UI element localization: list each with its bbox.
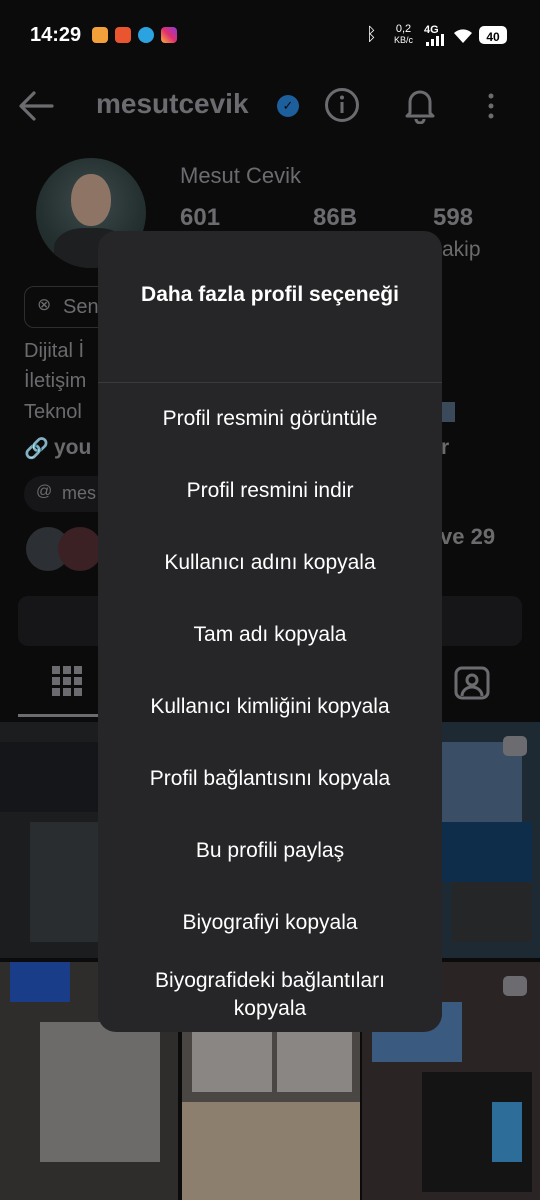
- back-arrow-icon[interactable]: [18, 90, 54, 122]
- option-view-profile-picture[interactable]: Profil resmini görüntüle: [98, 405, 442, 433]
- app-notification-icon: [92, 27, 108, 43]
- followers-count[interactable]: 86B: [313, 204, 357, 232]
- option-copy-bio[interactable]: Biyografiyi kopyala: [98, 909, 442, 937]
- following-label: akip: [442, 238, 481, 261]
- wifi-icon: [454, 29, 472, 43]
- mutual-followers-text: ve 29: [440, 524, 496, 549]
- following-count[interactable]: 598: [433, 204, 473, 232]
- option-copy-user-id[interactable]: Kullanıcı kimliğini kopyala: [98, 693, 442, 721]
- option-download-profile-picture[interactable]: Profil resmini indir: [98, 477, 442, 505]
- network-speed: 0,2 KB/с: [394, 24, 413, 46]
- threads-icon: @: [36, 483, 53, 500]
- video-icon: [503, 736, 527, 756]
- person-x-icon: ⊗: [37, 295, 52, 314]
- dialog-title: Daha fazla profil seçeneği: [141, 283, 399, 306]
- profile-username: mesutcevik: [96, 88, 249, 119]
- posts-count: 601: [180, 204, 221, 231]
- link-icon: 🔗: [24, 438, 49, 460]
- option-copy-full-name[interactable]: Tam adı kopyala: [98, 621, 442, 649]
- grid-icon[interactable]: [52, 666, 82, 696]
- bio-line-2: İletişim: [24, 370, 87, 392]
- tagged-icon[interactable]: [454, 666, 490, 700]
- video-icon: [503, 976, 527, 996]
- profile-full-name: Mesut Cevik: [180, 163, 302, 188]
- bio-link[interactable]: you: [54, 436, 91, 460]
- option-copy-username[interactable]: Kullanıcı adını kopyala: [98, 549, 442, 577]
- speed-unit: KB/с: [394, 35, 414, 45]
- status-time: 14:29: [30, 24, 82, 46]
- dialog-divider: [98, 382, 442, 383]
- option-copy-profile-link[interactable]: Profil bağlantısını kopyala: [98, 765, 442, 793]
- follower-avatar: [58, 527, 102, 571]
- more-options-dialog: Daha fazla profil seçeneği Profil resmin…: [98, 231, 442, 1032]
- subscribe-button-label: Sen: [63, 296, 99, 318]
- battery-icon: 40: [479, 26, 507, 44]
- app-notification-icon: [115, 27, 131, 43]
- signal-icon: [426, 34, 444, 46]
- speed-value: 0,2: [395, 23, 412, 35]
- status-bar: 14:29 ᛒ 0,2 KB/с 4G 40: [0, 0, 540, 70]
- emoji-icon: [441, 402, 455, 422]
- bio-line-3: Teknol: [24, 401, 82, 423]
- bio-line-1: Dijital İ: [24, 340, 85, 362]
- verified-badge-icon: ✓: [277, 95, 299, 117]
- bio-link-suffix: r: [441, 436, 450, 459]
- telegram-icon: [138, 27, 154, 43]
- threads-label: mes: [62, 483, 97, 503]
- bluetooth-icon: ᛒ: [366, 24, 377, 44]
- bell-icon[interactable]: [402, 86, 438, 124]
- option-share-profile[interactable]: Bu profili paylaş: [98, 837, 442, 865]
- option-copy-bio-links[interactable]: Biyografideki bağlantıları kopyala: [130, 967, 410, 1023]
- more-vertical-icon[interactable]: [484, 92, 498, 120]
- instagram-icon: [161, 27, 177, 43]
- info-icon[interactable]: [324, 87, 360, 123]
